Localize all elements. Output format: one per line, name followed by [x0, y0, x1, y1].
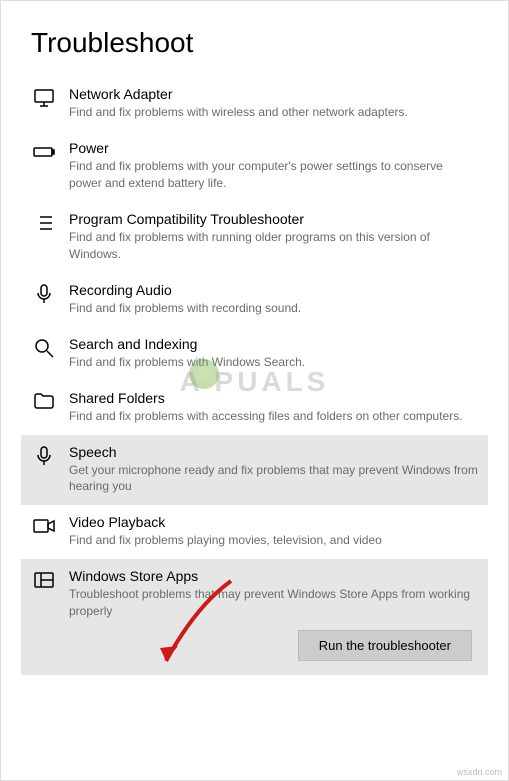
troubleshooter-shared-folders[interactable]: Shared Folders Find and fix problems wit… — [21, 381, 488, 435]
run-troubleshooter-button[interactable]: Run the troubleshooter — [298, 630, 472, 661]
item-title: Program Compatibility Troubleshooter — [69, 210, 478, 228]
item-title: Power — [69, 139, 478, 157]
item-desc: Find and fix problems with accessing fil… — [69, 408, 478, 425]
item-title: Speech — [69, 443, 478, 461]
item-title: Search and Indexing — [69, 335, 478, 353]
item-title: Windows Store Apps — [69, 567, 478, 585]
app-window-icon — [31, 567, 57, 593]
item-desc: Troubleshoot problems that may prevent W… — [69, 586, 478, 620]
troubleshoot-panel: Troubleshoot Network Adapter Find and fi… — [1, 1, 508, 695]
item-desc: Find and fix problems with your computer… — [69, 158, 478, 192]
item-desc: Find and fix problems playing movies, te… — [69, 532, 478, 549]
item-desc: Find and fix problems with Windows Searc… — [69, 354, 478, 371]
item-title: Network Adapter — [69, 85, 478, 103]
troubleshooter-program-compatibility[interactable]: Program Compatibility Troubleshooter Fin… — [21, 202, 488, 273]
item-desc: Find and fix problems with wireless and … — [69, 104, 478, 121]
search-icon — [31, 335, 57, 361]
troubleshooter-video-playback[interactable]: Video Playback Find and fix problems pla… — [21, 505, 488, 559]
page-title: Troubleshoot — [31, 27, 478, 59]
monitor-icon — [31, 85, 57, 111]
footer-credit: wsxdn.com — [457, 767, 502, 777]
troubleshooter-search-indexing[interactable]: Search and Indexing Find and fix problem… — [21, 327, 488, 381]
microphone-icon — [31, 443, 57, 469]
battery-icon — [31, 139, 57, 165]
troubleshooter-network-adapter[interactable]: Network Adapter Find and fix problems wi… — [21, 77, 488, 131]
item-title: Video Playback — [69, 513, 478, 531]
item-desc: Find and fix problems with running older… — [69, 229, 478, 263]
folder-icon — [31, 389, 57, 415]
item-desc: Find and fix problems with recording sou… — [69, 300, 478, 317]
troubleshooter-recording-audio[interactable]: Recording Audio Find and fix problems wi… — [21, 273, 488, 327]
item-title: Recording Audio — [69, 281, 478, 299]
troubleshooter-windows-store-apps[interactable]: Windows Store Apps Troubleshoot problems… — [21, 559, 488, 675]
microphone-icon — [31, 281, 57, 307]
item-title: Shared Folders — [69, 389, 478, 407]
item-desc: Get your microphone ready and fix proble… — [69, 462, 478, 496]
troubleshooter-power[interactable]: Power Find and fix problems with your co… — [21, 131, 488, 202]
list-icon — [31, 210, 57, 236]
video-icon — [31, 513, 57, 539]
troubleshooter-speech[interactable]: Speech Get your microphone ready and fix… — [21, 435, 488, 506]
